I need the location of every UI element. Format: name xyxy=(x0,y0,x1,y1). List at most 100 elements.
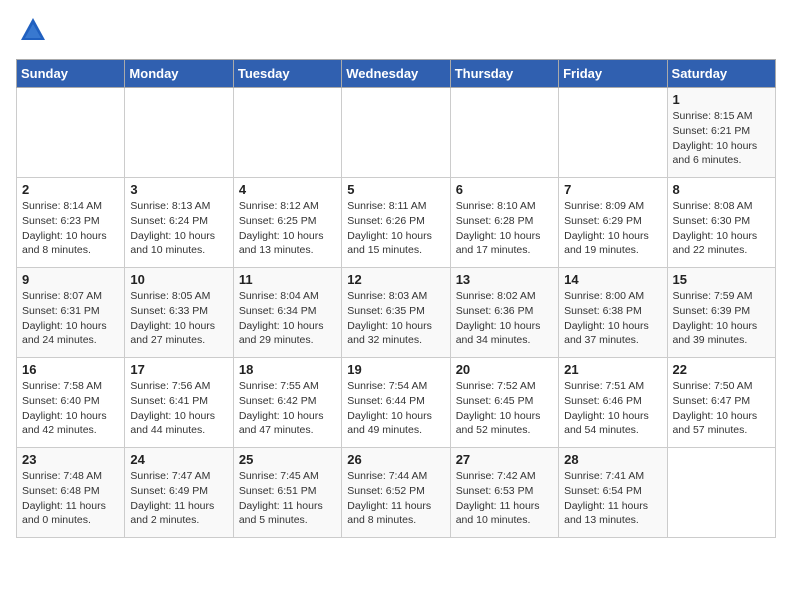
calendar-cell: 3 Sunrise: 8:13 AM Sunset: 6:24 PM Daylig… xyxy=(125,178,233,268)
weekday-header-tuesday: Tuesday xyxy=(233,60,341,88)
day-number: 28 xyxy=(564,452,661,467)
day-info: Sunrise: 8:12 AM Sunset: 6:25 PM Dayligh… xyxy=(239,199,336,258)
day-number: 8 xyxy=(673,182,770,197)
calendar-cell: 13 Sunrise: 8:02 AM Sunset: 6:36 PM Dayli… xyxy=(450,268,558,358)
day-number: 7 xyxy=(564,182,661,197)
calendar-week-row: 9 Sunrise: 8:07 AM Sunset: 6:31 PM Daylig… xyxy=(17,268,776,358)
calendar-week-row: 1 Sunrise: 8:15 AM Sunset: 6:21 PM Daylig… xyxy=(17,88,776,178)
calendar-cell xyxy=(17,88,125,178)
day-info: Sunrise: 8:05 AM Sunset: 6:33 PM Dayligh… xyxy=(130,289,227,348)
day-number: 16 xyxy=(22,362,119,377)
day-number: 13 xyxy=(456,272,553,287)
day-info: Sunrise: 7:59 AM Sunset: 6:39 PM Dayligh… xyxy=(673,289,770,348)
calendar-cell: 15 Sunrise: 7:59 AM Sunset: 6:39 PM Dayli… xyxy=(667,268,775,358)
day-info: Sunrise: 8:08 AM Sunset: 6:30 PM Dayligh… xyxy=(673,199,770,258)
day-number: 9 xyxy=(22,272,119,287)
calendar-cell: 9 Sunrise: 8:07 AM Sunset: 6:31 PM Daylig… xyxy=(17,268,125,358)
day-info: Sunrise: 7:54 AM Sunset: 6:44 PM Dayligh… xyxy=(347,379,444,438)
day-info: Sunrise: 7:48 AM Sunset: 6:48 PM Dayligh… xyxy=(22,469,119,528)
calendar-cell: 11 Sunrise: 8:04 AM Sunset: 6:34 PM Dayli… xyxy=(233,268,341,358)
weekday-header-saturday: Saturday xyxy=(667,60,775,88)
calendar-cell xyxy=(450,88,558,178)
calendar-cell xyxy=(233,88,341,178)
page-header xyxy=(16,16,776,49)
weekday-header-thursday: Thursday xyxy=(450,60,558,88)
day-number: 23 xyxy=(22,452,119,467)
calendar-cell xyxy=(667,448,775,538)
calendar-week-row: 16 Sunrise: 7:58 AM Sunset: 6:40 PM Dayli… xyxy=(17,358,776,448)
calendar-week-row: 23 Sunrise: 7:48 AM Sunset: 6:48 PM Dayli… xyxy=(17,448,776,538)
day-number: 24 xyxy=(130,452,227,467)
weekday-header-wednesday: Wednesday xyxy=(342,60,450,88)
day-info: Sunrise: 7:47 AM Sunset: 6:49 PM Dayligh… xyxy=(130,469,227,528)
day-number: 4 xyxy=(239,182,336,197)
weekday-header-sunday: Sunday xyxy=(17,60,125,88)
day-number: 22 xyxy=(673,362,770,377)
calendar-cell: 21 Sunrise: 7:51 AM Sunset: 6:46 PM Dayli… xyxy=(559,358,667,448)
calendar-cell: 12Sunrise: 8:03 AM Sunset: 6:35 PM Dayli… xyxy=(342,268,450,358)
calendar-cell: 19 Sunrise: 7:54 AM Sunset: 6:44 PM Dayli… xyxy=(342,358,450,448)
day-number: 11 xyxy=(239,272,336,287)
day-info: Sunrise: 7:41 AM Sunset: 6:54 PM Dayligh… xyxy=(564,469,661,528)
calendar-cell: 10 Sunrise: 8:05 AM Sunset: 6:33 PM Dayli… xyxy=(125,268,233,358)
day-number: 1 xyxy=(673,92,770,107)
day-info: Sunrise: 8:07 AM Sunset: 6:31 PM Dayligh… xyxy=(22,289,119,348)
day-number: 18 xyxy=(239,362,336,377)
calendar-cell: 5Sunrise: 8:11 AM Sunset: 6:26 PM Daylig… xyxy=(342,178,450,268)
day-info: Sunrise: 7:56 AM Sunset: 6:41 PM Dayligh… xyxy=(130,379,227,438)
day-info: Sunrise: 7:55 AM Sunset: 6:42 PM Dayligh… xyxy=(239,379,336,438)
calendar-cell: 14 Sunrise: 8:00 AM Sunset: 6:38 PM Dayli… xyxy=(559,268,667,358)
calendar-cell: 2 Sunrise: 8:14 AM Sunset: 6:23 PM Daylig… xyxy=(17,178,125,268)
weekday-header-row: SundayMondayTuesdayWednesdayThursdayFrid… xyxy=(17,60,776,88)
day-number: 25 xyxy=(239,452,336,467)
day-number: 14 xyxy=(564,272,661,287)
day-info: Sunrise: 7:44 AM Sunset: 6:52 PM Dayligh… xyxy=(347,469,444,528)
day-info: Sunrise: 7:50 AM Sunset: 6:47 PM Dayligh… xyxy=(673,379,770,438)
calendar-cell: 22 Sunrise: 7:50 AM Sunset: 6:47 PM Dayli… xyxy=(667,358,775,448)
day-info: Sunrise: 7:52 AM Sunset: 6:45 PM Dayligh… xyxy=(456,379,553,438)
logo xyxy=(16,16,47,49)
calendar-cell: 16 Sunrise: 7:58 AM Sunset: 6:40 PM Dayli… xyxy=(17,358,125,448)
calendar-cell: 23 Sunrise: 7:48 AM Sunset: 6:48 PM Dayli… xyxy=(17,448,125,538)
logo-icon xyxy=(19,16,47,49)
day-number: 20 xyxy=(456,362,553,377)
calendar-cell: 8 Sunrise: 8:08 AM Sunset: 6:30 PM Daylig… xyxy=(667,178,775,268)
calendar-cell xyxy=(559,88,667,178)
day-info: Sunrise: 8:02 AM Sunset: 6:36 PM Dayligh… xyxy=(456,289,553,348)
day-number: 15 xyxy=(673,272,770,287)
day-number: 21 xyxy=(564,362,661,377)
weekday-header-friday: Friday xyxy=(559,60,667,88)
day-number: 27 xyxy=(456,452,553,467)
day-number: 6 xyxy=(456,182,553,197)
day-info: Sunrise: 8:00 AM Sunset: 6:38 PM Dayligh… xyxy=(564,289,661,348)
calendar-cell: 4 Sunrise: 8:12 AM Sunset: 6:25 PM Daylig… xyxy=(233,178,341,268)
day-info: Sunrise: 8:15 AM Sunset: 6:21 PM Dayligh… xyxy=(673,109,770,168)
day-number: 10 xyxy=(130,272,227,287)
calendar-cell: 27 Sunrise: 7:42 AM Sunset: 6:53 PM Dayli… xyxy=(450,448,558,538)
day-number: 19 xyxy=(347,362,444,377)
calendar-cell: 6 Sunrise: 8:10 AM Sunset: 6:28 PM Daylig… xyxy=(450,178,558,268)
day-info: Sunrise: 8:04 AM Sunset: 6:34 PM Dayligh… xyxy=(239,289,336,348)
calendar-cell: 24 Sunrise: 7:47 AM Sunset: 6:49 PM Dayli… xyxy=(125,448,233,538)
day-info: Sunrise: 8:03 AM Sunset: 6:35 PM Dayligh… xyxy=(347,289,444,348)
calendar-cell: 7 Sunrise: 8:09 AM Sunset: 6:29 PM Daylig… xyxy=(559,178,667,268)
calendar-table: SundayMondayTuesdayWednesdayThursdayFrid… xyxy=(16,59,776,538)
day-info: Sunrise: 7:45 AM Sunset: 6:51 PM Dayligh… xyxy=(239,469,336,528)
day-number: 3 xyxy=(130,182,227,197)
day-number: 2 xyxy=(22,182,119,197)
day-number: 26 xyxy=(347,452,444,467)
day-info: Sunrise: 8:14 AM Sunset: 6:23 PM Dayligh… xyxy=(22,199,119,258)
calendar-cell: 20 Sunrise: 7:52 AM Sunset: 6:45 PM Dayli… xyxy=(450,358,558,448)
weekday-header-monday: Monday xyxy=(125,60,233,88)
day-info: Sunrise: 7:58 AM Sunset: 6:40 PM Dayligh… xyxy=(22,379,119,438)
calendar-cell: 28 Sunrise: 7:41 AM Sunset: 6:54 PM Dayli… xyxy=(559,448,667,538)
calendar-cell: 25 Sunrise: 7:45 AM Sunset: 6:51 PM Dayli… xyxy=(233,448,341,538)
calendar-week-row: 2 Sunrise: 8:14 AM Sunset: 6:23 PM Daylig… xyxy=(17,178,776,268)
day-info: Sunrise: 8:13 AM Sunset: 6:24 PM Dayligh… xyxy=(130,199,227,258)
calendar-cell xyxy=(342,88,450,178)
day-info: Sunrise: 7:51 AM Sunset: 6:46 PM Dayligh… xyxy=(564,379,661,438)
day-info: Sunrise: 7:42 AM Sunset: 6:53 PM Dayligh… xyxy=(456,469,553,528)
day-info: Sunrise: 8:10 AM Sunset: 6:28 PM Dayligh… xyxy=(456,199,553,258)
day-info: Sunrise: 8:09 AM Sunset: 6:29 PM Dayligh… xyxy=(564,199,661,258)
calendar-cell: 17Sunrise: 7:56 AM Sunset: 6:41 PM Dayli… xyxy=(125,358,233,448)
